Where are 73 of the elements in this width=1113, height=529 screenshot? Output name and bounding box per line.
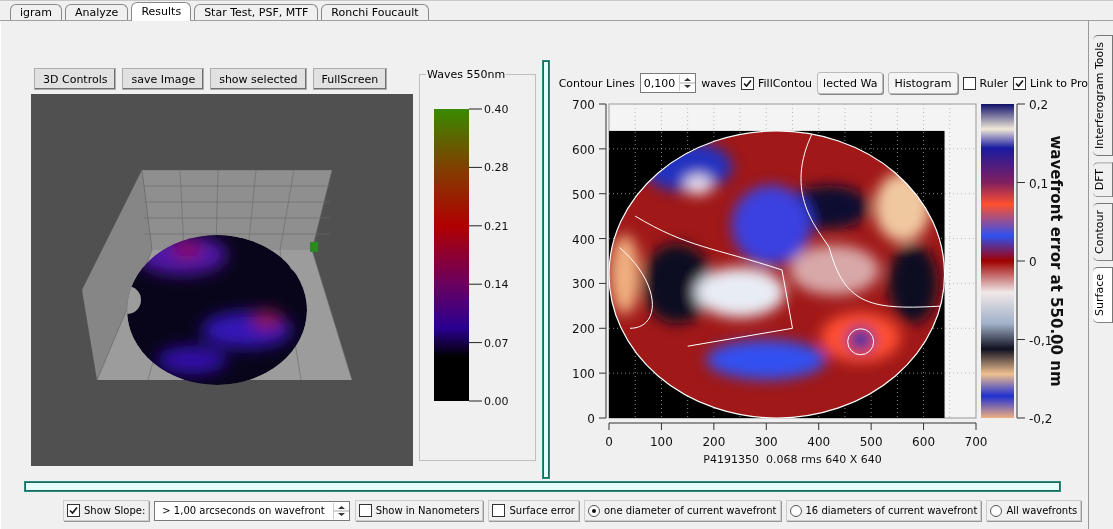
- checkbox-option[interactable]: Surface error: [488, 500, 579, 521]
- view-button[interactable]: show selected: [210, 68, 307, 90]
- option-label: All wavefronts: [1006, 505, 1078, 516]
- option-label: Surface error: [509, 505, 575, 516]
- horizontal-splitter[interactable]: [25, 482, 1060, 491]
- radio-option[interactable]: one diameter of current wavefront: [583, 500, 781, 521]
- radio-button[interactable]: [587, 504, 600, 517]
- x-axis-label: 600: [911, 435, 935, 449]
- scale-label: -0,2: [1028, 412, 1053, 426]
- scale-label: 0,2: [1028, 98, 1048, 112]
- spin-field[interactable]: 0,100: [639, 73, 697, 93]
- spin-arrows-icon[interactable]: [332, 502, 349, 519]
- radio-button[interactable]: [990, 504, 1003, 517]
- radio-option[interactable]: 16 diameters of current wavefront: [785, 500, 982, 521]
- option-label: 16 diameters of current wavefront: [805, 505, 978, 516]
- checkbox[interactable]: [1013, 76, 1026, 90]
- scale-marker: [310, 242, 318, 252]
- checkbox[interactable]: [492, 504, 506, 517]
- x-axis-label: 400: [806, 435, 830, 449]
- checkbox[interactable]: [358, 504, 372, 517]
- view-button[interactable]: save Image: [122, 68, 205, 90]
- scale-label: 0.28: [484, 161, 509, 175]
- scale-label: 0.14: [484, 278, 509, 292]
- tab[interactable]: Results: [131, 2, 192, 21]
- scale-label: 0,1: [1028, 176, 1048, 191]
- y-axis-label: 400: [571, 232, 595, 247]
- x-axis-label: 500: [859, 435, 883, 449]
- scale-label: 0.40: [484, 103, 509, 116]
- plot-caption: P4191350 0.068 rms 640 X 640: [702, 453, 882, 466]
- field-label: waves: [701, 76, 736, 90]
- scale-label: 0.07: [484, 336, 509, 350]
- y-axis-label: 600: [571, 142, 595, 157]
- checkbox[interactable]: [741, 76, 754, 90]
- y-axis-label: 300: [571, 277, 595, 292]
- spin-arrows-icon[interactable]: [679, 75, 696, 91]
- scale-label: 0.00: [484, 395, 509, 408]
- checkbox-label[interactable]: Ruler: [979, 76, 1008, 90]
- toolbar-button[interactable]: Histogram: [888, 72, 958, 94]
- tab[interactable]: Ronchi Foucault: [321, 4, 429, 20]
- x-axis-label: 100: [649, 435, 673, 449]
- vertical-splitter[interactable]: [543, 61, 549, 478]
- y-axis-label: 500: [571, 187, 595, 202]
- checkbox[interactable]: [67, 504, 80, 517]
- scale-label: 0.21: [484, 219, 509, 233]
- y-axis-label: 0: [587, 412, 595, 426]
- option-label: one diameter of current wavefront: [603, 505, 777, 516]
- tab[interactable]: Analyze: [65, 4, 129, 20]
- y-axis-label: 100: [571, 367, 595, 382]
- legend-title: Waves 550nm: [426, 68, 507, 81]
- option-label: Show Slope:: [84, 505, 146, 516]
- disc-notch: [127, 286, 141, 314]
- checkbox-option[interactable]: Show Slope:: [63, 500, 150, 521]
- tab[interactable]: igram: [10, 4, 63, 20]
- x-axis-label: 700: [964, 435, 988, 449]
- radio-option[interactable]: All wavefronts: [986, 500, 1082, 521]
- y-axis-label: 700: [571, 98, 595, 112]
- view-button[interactable]: 3D Controls: [34, 68, 117, 90]
- field-label: Contour Lines: [558, 76, 635, 90]
- toolbar-button[interactable]: lected Wa: [817, 72, 884, 94]
- x-axis-label: 200: [702, 435, 725, 449]
- option-label: Show in Nanometers: [375, 505, 480, 516]
- view-button[interactable]: FullScreen: [312, 68, 388, 90]
- scale-label: 0: [1028, 255, 1037, 269]
- checkbox-option[interactable]: Show in Nanometers: [354, 500, 484, 521]
- x-axis-label: 0: [604, 435, 613, 449]
- x-axis-label: 300: [754, 435, 778, 449]
- tab[interactable]: Star Test, PSF, MTF: [194, 4, 319, 20]
- checkbox[interactable]: [962, 76, 976, 90]
- y-axis-label: 200: [571, 322, 595, 337]
- radio-button[interactable]: [789, 504, 802, 517]
- spin-field[interactable]: > 1,00 arcseconds on wavefront: [154, 500, 350, 521]
- checkbox-label[interactable]: Link to Pro: [1030, 76, 1088, 90]
- checkbox-label[interactable]: FillContou: [758, 76, 813, 90]
